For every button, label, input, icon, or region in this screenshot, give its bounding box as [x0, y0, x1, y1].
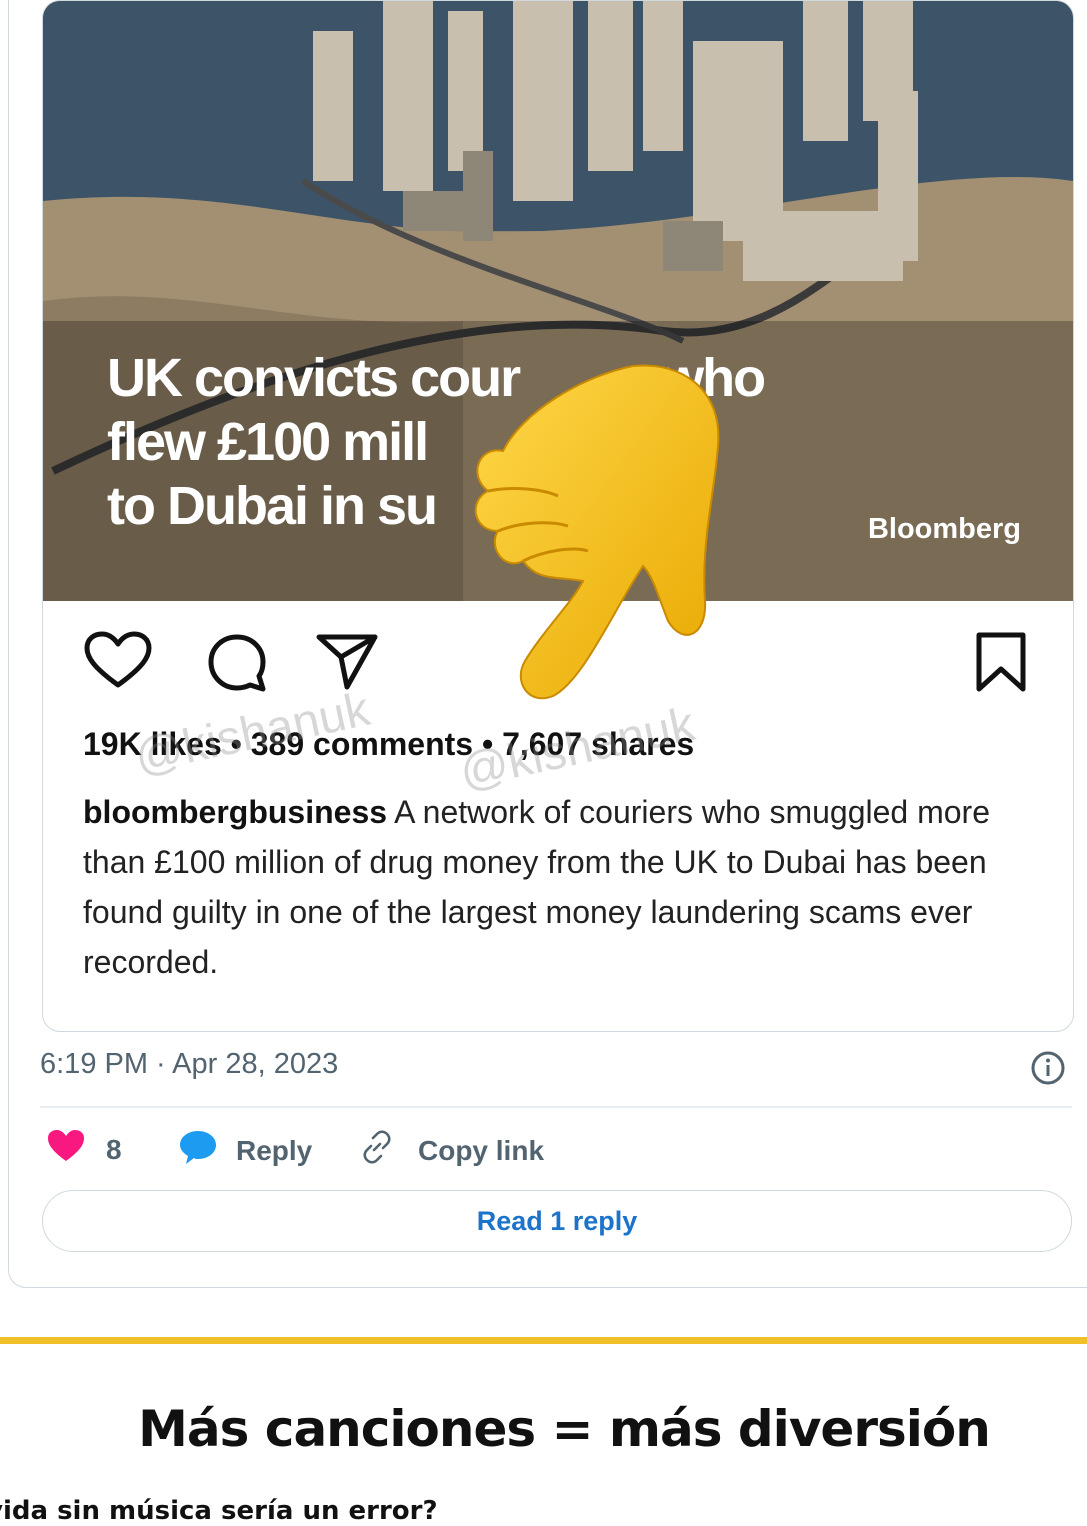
heart-filled-icon — [46, 1128, 86, 1171]
like-count: 8 — [106, 1133, 122, 1165]
tweet-actions: 8 Reply Copy link — [46, 1128, 646, 1174]
post-caption: bloombergbusiness A network of couriers … — [83, 787, 1043, 987]
comment-icon[interactable] — [205, 631, 269, 700]
pointing-hand-emoji — [474, 364, 720, 700]
copy-link-button[interactable]: Copy link — [358, 1128, 544, 1173]
divider — [40, 1106, 1072, 1108]
info-icon[interactable] — [1030, 1050, 1066, 1091]
section-title: Más canciones = más diversión — [138, 1400, 991, 1458]
tweet-timestamp[interactable]: 6:19 PM · Apr 28, 2023 — [40, 1048, 338, 1081]
caption-username[interactable]: bloombergbusiness — [83, 794, 387, 830]
watermark: @kishanuk — [455, 697, 700, 800]
section-divider — [0, 1337, 1087, 1344]
reply-bubble-icon — [178, 1128, 218, 1173]
instagram-post-card[interactable]: UK convicts cour ......... who flew £100… — [42, 0, 1074, 1032]
link-icon — [358, 1128, 396, 1173]
brand-label: Bloomberg — [867, 513, 1021, 545]
heart-icon[interactable] — [83, 631, 153, 696]
subheading-text: vida sin música sería un error? — [0, 1496, 438, 1526]
bookmark-icon[interactable] — [973, 631, 1029, 698]
like-button[interactable]: 8 — [46, 1128, 122, 1171]
reply-button[interactable]: Reply — [178, 1128, 312, 1173]
read-replies-button[interactable]: Read 1 reply — [42, 1190, 1072, 1252]
